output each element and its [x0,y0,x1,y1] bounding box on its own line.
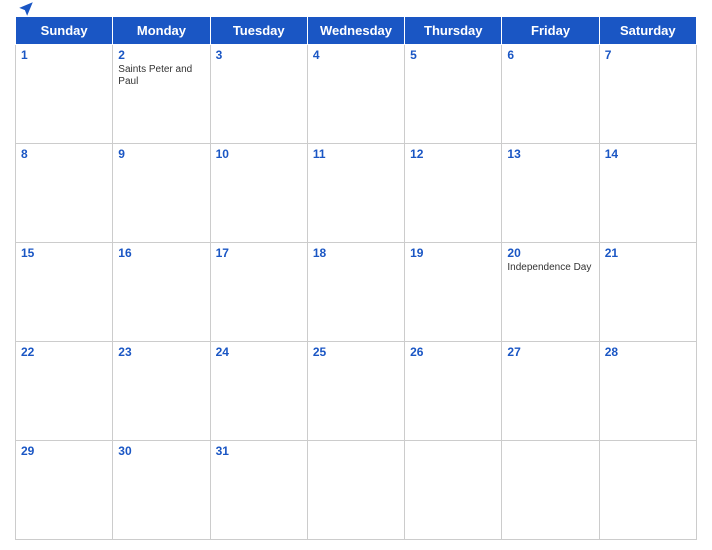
calendar-day-cell: 31 [210,441,307,540]
day-number: 29 [21,444,107,458]
calendar-week-2: 89 10 11 12 13 14 [16,144,697,243]
day-number: 7 [605,48,691,62]
weekday-header-wednesday: Wednesday [307,17,404,45]
day-number: 15 [21,246,107,260]
calendar-day-cell: 3 [210,45,307,144]
calendar-day-cell: 18 [307,243,404,342]
calendar-day-cell: 4 [307,45,404,144]
day-number: 11 [313,147,399,161]
calendar-day-cell [599,441,696,540]
day-number: 8 [21,147,107,161]
day-number: 13 [507,147,593,161]
calendar-day-cell: 11 [307,144,404,243]
weekday-header-thursday: Thursday [405,17,502,45]
day-number: 20 [507,246,593,260]
weekday-header-monday: Monday [113,17,210,45]
day-number: 24 [216,345,302,359]
calendar-day-cell: 29 [16,441,113,540]
calendar-day-cell: 26 [405,342,502,441]
weekday-header-sunday: Sunday [16,17,113,45]
logo-bird-icon [17,0,35,18]
holiday-label: Saints Peter and Paul [118,64,204,88]
day-number: 17 [216,246,302,260]
day-number: 21 [605,246,691,260]
calendar-week-1: 12 Saints Peter and Paul 34567 [16,45,697,144]
calendar-day-cell: 12 [405,144,502,243]
calendar-week-3: 15 16 17 18 19 20 Independence Day 21 [16,243,697,342]
day-number: 9 [118,147,204,161]
calendar-day-cell [405,441,502,540]
day-number: 10 [216,147,302,161]
calendar-day-cell: 15 [16,243,113,342]
weekday-header-saturday: Saturday [599,17,696,45]
calendar-day-cell: 22 [16,342,113,441]
calendar-day-cell: 28 [599,342,696,441]
holiday-label: Independence Day [507,262,593,274]
day-number: 16 [118,246,204,260]
calendar-day-cell: 13 [502,144,599,243]
calendar-day-cell [502,441,599,540]
day-number: 3 [216,48,302,62]
calendar-day-cell: 17 [210,243,307,342]
logo [15,2,35,18]
calendar-day-cell: 9 [113,144,210,243]
calendar-day-cell: 6 [502,45,599,144]
day-number: 25 [313,345,399,359]
day-number: 18 [313,246,399,260]
day-number: 23 [118,345,204,359]
calendar-day-cell: 8 [16,144,113,243]
calendar-day-cell: 2 Saints Peter and Paul [113,45,210,144]
day-number: 30 [118,444,204,458]
calendar-day-cell: 25 [307,342,404,441]
calendar-day-cell: 14 [599,144,696,243]
day-number: 4 [313,48,399,62]
weekday-header-friday: Friday [502,17,599,45]
calendar-day-cell: 7 [599,45,696,144]
calendar-day-cell: 21 [599,243,696,342]
weekday-header-tuesday: Tuesday [210,17,307,45]
day-number: 19 [410,246,496,260]
calendar-day-cell: 19 [405,243,502,342]
day-number: 2 [118,48,204,62]
day-number: 14 [605,147,691,161]
calendar-day-cell: 23 [113,342,210,441]
calendar-week-5: 29 30 31 [16,441,697,540]
calendar-day-cell: 5 [405,45,502,144]
calendar-day-cell: 16 [113,243,210,342]
calendar-day-cell [307,441,404,540]
day-number: 6 [507,48,593,62]
day-number: 27 [507,345,593,359]
calendar-day-cell: 1 [16,45,113,144]
calendar-header-row: SundayMondayTuesdayWednesdayThursdayFrid… [16,17,697,45]
day-number: 12 [410,147,496,161]
calendar-day-cell: 20 Independence Day [502,243,599,342]
calendar-day-cell: 24 [210,342,307,441]
day-number: 22 [21,345,107,359]
day-number: 26 [410,345,496,359]
day-number: 31 [216,444,302,458]
calendar-week-4: 22 23 24 25 26 27 28 [16,342,697,441]
calendar-table: SundayMondayTuesdayWednesdayThursdayFrid… [15,16,697,540]
calendar-day-cell: 27 [502,342,599,441]
day-number: 28 [605,345,691,359]
day-number: 1 [21,48,107,62]
calendar-day-cell: 10 [210,144,307,243]
calendar-day-cell: 30 [113,441,210,540]
day-number: 5 [410,48,496,62]
